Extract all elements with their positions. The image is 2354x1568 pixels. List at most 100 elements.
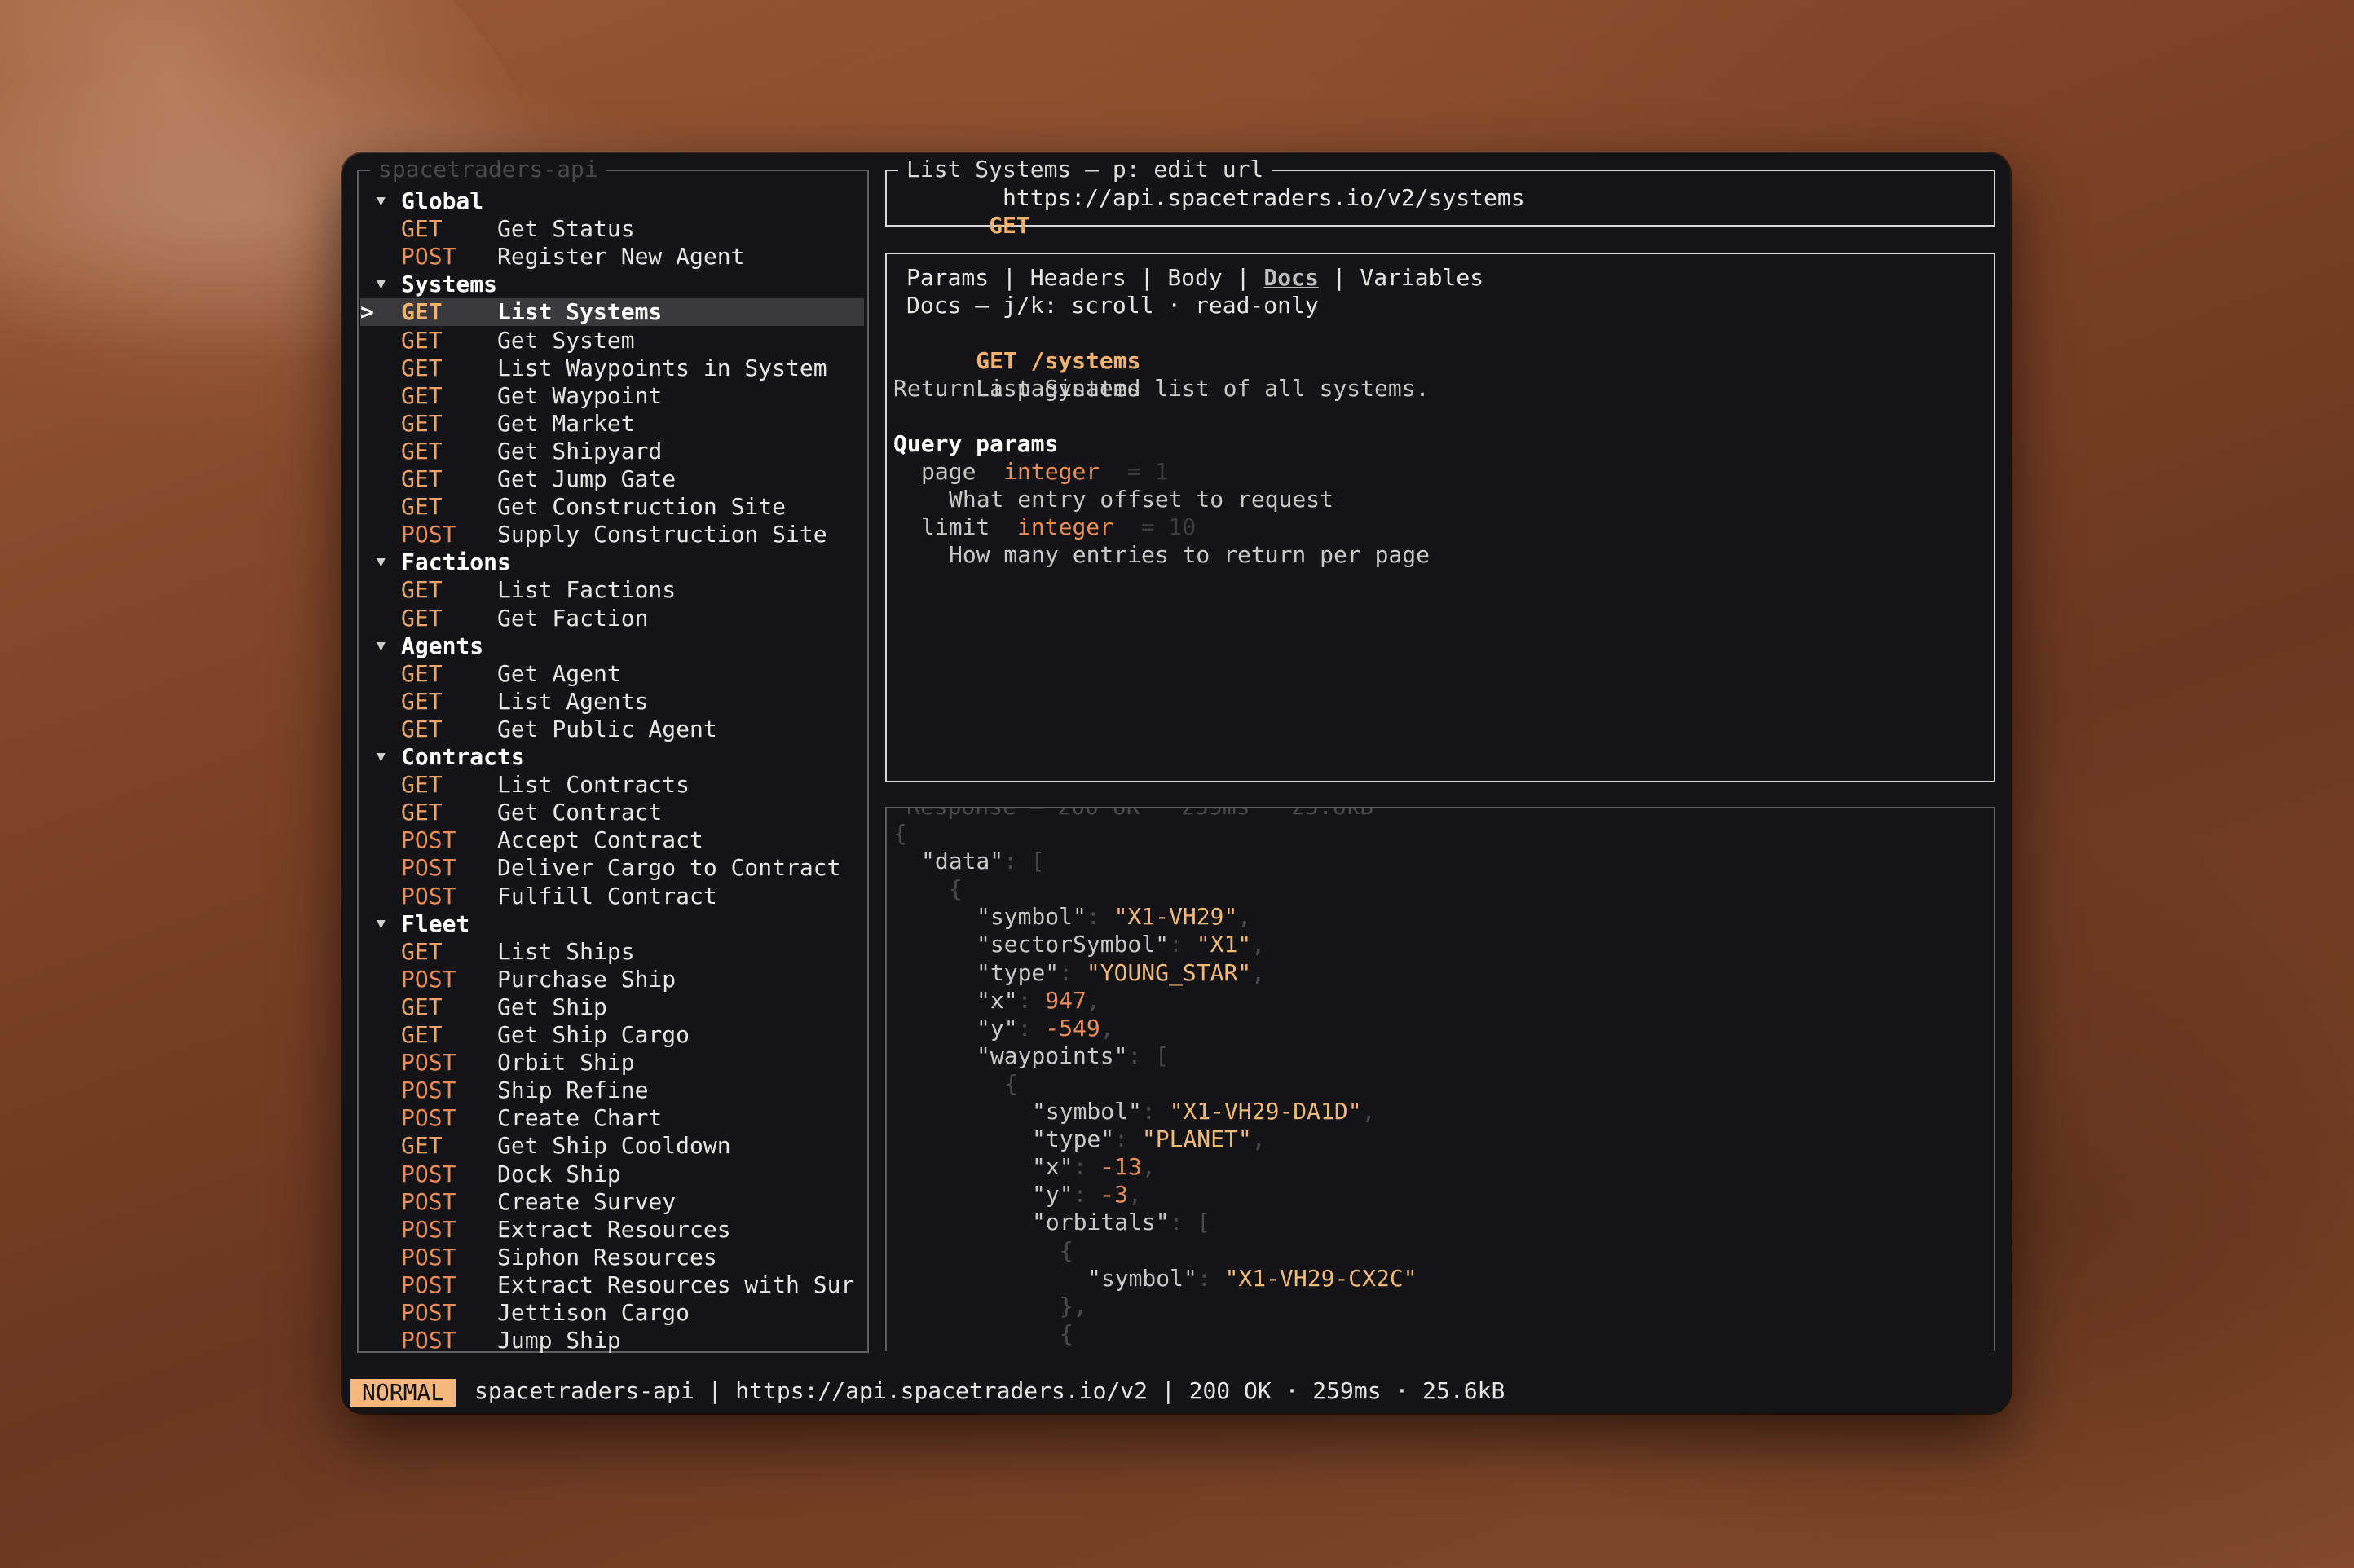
tab-variables[interactable]: Variables: [1360, 264, 1483, 291]
endpoint-item[interactable]: POST Dock Ship: [360, 1161, 864, 1188]
endpoint-label: Dock Ship: [497, 1160, 621, 1187]
param-name: limit: [921, 513, 990, 540]
url-text[interactable]: https://api.spacetraders.io/v2/systems: [1003, 184, 1525, 212]
json-string: "PLANET": [1141, 1125, 1252, 1153]
endpoint-item[interactable]: POST Register New Agent: [360, 243, 864, 271]
json-key: "y": [1032, 1181, 1073, 1209]
endpoint-item[interactable]: POST Create Survey: [360, 1188, 864, 1216]
endpoint-item[interactable]: > GET List Systems: [360, 298, 864, 327]
endpoint-item[interactable]: POST Siphon Resources: [360, 1244, 864, 1271]
endpoint-item[interactable]: GET Get Contract: [360, 799, 864, 826]
json-line: "x": -13,: [1032, 1153, 1156, 1181]
method-badge: GET: [401, 326, 443, 354]
json-punctuation: ,: [1100, 1014, 1114, 1042]
endpoint-item[interactable]: GET Get Shipyard: [360, 438, 864, 465]
endpoint-item[interactable]: POST Jettison Cargo: [360, 1299, 864, 1327]
tree-group-factions[interactable]: ▼ Factions: [359, 548, 864, 576]
query-param: limit integer = 10: [921, 513, 1196, 541]
tree-group-contracts[interactable]: ▼ Contracts: [359, 743, 864, 771]
endpoint-item[interactable]: GET List Factions: [360, 576, 864, 604]
endpoint-item[interactable]: GET Get Status: [360, 215, 864, 243]
status-bar: NORMAL spacetraders-api | https://api.sp…: [342, 1369, 2010, 1413]
endpoint-item[interactable]: GET Get Faction: [360, 605, 864, 632]
expanded-triangle-icon: ▼: [377, 914, 386, 932]
endpoint-item[interactable]: POST Fulfill Contract: [360, 883, 864, 910]
expanded-triangle-icon: ▼: [377, 636, 386, 654]
endpoint-label: Get Jump Gate: [497, 465, 677, 492]
json-number: -549: [1045, 1014, 1100, 1042]
method-badge: POST: [401, 882, 456, 910]
json-key: "x": [976, 986, 1018, 1014]
endpoint-label: List Factions: [497, 576, 677, 604]
tab-separator: |: [1318, 264, 1360, 291]
terminal-window: spacetraders-api ▼ Global GET Get Status POS…: [342, 153, 2010, 1413]
endpoint-item[interactable]: POST Ship Refine: [360, 1077, 864, 1104]
method-badge: GET: [401, 1132, 443, 1160]
tree-group-label: Global: [401, 187, 484, 214]
endpoint-item[interactable]: POST Accept Contract: [360, 826, 864, 854]
tree-group-fleet[interactable]: ▼ Fleet: [359, 910, 864, 938]
json-key: "data": [921, 848, 1004, 875]
endpoint-label: Ship Refine: [497, 1077, 649, 1104]
param-description: What entry offset to request: [949, 486, 1334, 513]
endpoint-item[interactable]: GET Get System: [360, 327, 864, 355]
tree-group-label: Contracts: [401, 743, 525, 770]
method-badge: POST: [401, 1243, 456, 1271]
json-number: -3: [1100, 1181, 1129, 1209]
tree-group-agents[interactable]: ▼ Agents: [359, 632, 864, 660]
endpoint-label: Get Status: [497, 215, 635, 243]
json-punctuation: ,: [1251, 958, 1266, 986]
mode-indicator: NORMAL: [350, 1379, 456, 1407]
tab-separator: |: [989, 264, 1030, 291]
endpoint-item[interactable]: POST Orbit Ship: [360, 1049, 864, 1077]
endpoint-item[interactable]: GET List Contracts: [360, 771, 864, 799]
endpoint-item[interactable]: GET Get Construction Site: [360, 493, 864, 521]
json-punctuation: ,: [1128, 1181, 1142, 1209]
url-method: GET: [989, 212, 1030, 239]
json-punctuation: {: [893, 820, 907, 847]
json-punctuation: :: [1086, 903, 1114, 931]
endpoint-label: List Agents: [497, 687, 649, 715]
method-badge: GET: [401, 215, 443, 243]
endpoint-item[interactable]: POST Purchase Ship: [360, 966, 864, 993]
endpoint-item[interactable]: POST Extract Resources: [360, 1216, 864, 1244]
json-key: "y": [976, 1014, 1018, 1042]
endpoint-item[interactable]: GET Get Waypoint: [360, 382, 864, 410]
endpoint-item[interactable]: GET List Waypoints in System: [360, 355, 864, 382]
endpoint-item[interactable]: GET Get Ship Cooldown: [360, 1132, 864, 1160]
endpoint-item[interactable]: GET List Agents: [360, 688, 864, 716]
endpoint-item[interactable]: GET Get Agent: [360, 660, 864, 688]
method-badge: POST: [401, 1049, 456, 1077]
tab-params[interactable]: Params: [906, 264, 989, 291]
json-punctuation: ,: [1141, 1153, 1156, 1181]
endpoint-item[interactable]: GET Get Ship: [360, 993, 864, 1021]
tab-docs[interactable]: Docs: [1263, 264, 1318, 291]
endpoint-item[interactable]: POST Extract Resources with Sur: [360, 1271, 864, 1299]
endpoint-item[interactable]: GET Get Market: [360, 410, 864, 438]
endpoint-item[interactable]: GET Get Jump Gate: [360, 465, 864, 493]
selection-cursor-icon: >: [360, 298, 374, 326]
tree-group-global[interactable]: ▼ Global: [359, 187, 864, 215]
endpoint-label: Register New Agent: [497, 243, 745, 271]
endpoint-label: Get Waypoint: [497, 381, 663, 409]
request-panel: Params | Headers | Body | Docs | Variabl…: [885, 253, 1995, 782]
endpoint-item[interactable]: POST Supply Construction Site: [360, 521, 864, 548]
json-punctuation: ,: [1361, 1098, 1376, 1125]
response-panel[interactable]: Response — 200 OK · 259ms · 25.6kB {"dat…: [885, 807, 1995, 1351]
tab-headers[interactable]: Headers: [1030, 264, 1126, 291]
json-punctuation: :: [1114, 1125, 1142, 1153]
url-panel[interactable]: List Systems — p: edit url GET https://a…: [885, 155, 1995, 239]
endpoint-item[interactable]: GET Get Public Agent: [360, 716, 864, 743]
tab-body[interactable]: Body: [1167, 264, 1222, 291]
tree-group-systems[interactable]: ▼ Systems: [359, 271, 864, 298]
json-punctuation: : [: [1169, 1209, 1211, 1236]
endpoint-item[interactable]: POST Jump Ship: [360, 1327, 864, 1354]
method-badge: GET: [401, 604, 443, 632]
method-badge: POST: [401, 854, 456, 882]
endpoint-item[interactable]: POST Deliver Cargo to Contract: [360, 854, 864, 882]
endpoint-item[interactable]: GET List Ships: [360, 938, 864, 966]
json-key: "symbol": [976, 903, 1087, 931]
endpoint-item[interactable]: POST Create Chart: [360, 1104, 864, 1132]
docs-endpoint: GET /systems: [976, 347, 1141, 374]
endpoint-item[interactable]: GET Get Ship Cargo: [360, 1021, 864, 1049]
